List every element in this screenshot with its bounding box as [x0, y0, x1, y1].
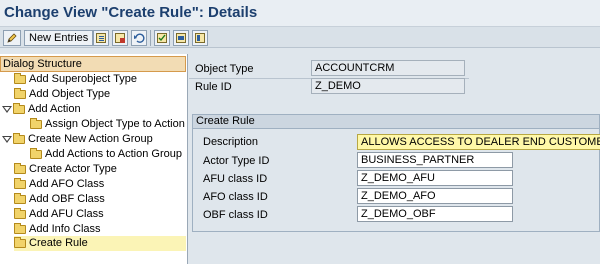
create-rule-group: Create Rule Description ALLOWS ACCESS TO… [192, 114, 600, 232]
deselect-icon[interactable] [173, 30, 189, 46]
tree-item-add-superobject-type[interactable]: Add Superobject Type [14, 72, 186, 87]
expand-toggle-icon[interactable] [2, 136, 12, 143]
tree-item-add-action[interactable]: Add Action [2, 102, 186, 117]
folder-icon [30, 148, 42, 159]
window-title: Change View "Create Rule": Details [4, 4, 258, 21]
folder-icon [13, 133, 25, 144]
folder-icon [14, 73, 26, 84]
tree-item-add-info-class[interactable]: Add Info Class [14, 222, 186, 237]
tree-item-add-actions-to-action-group[interactable]: Add Actions to Action Group [30, 147, 186, 162]
folder-icon [14, 193, 26, 204]
description-input[interactable]: ALLOWS ACCESS TO DEALER END CUSTOMER [357, 134, 600, 150]
title-bar: Change View "Create Rule": Details [0, 0, 600, 26]
folder-icon [14, 223, 26, 234]
rule-id-field[interactable]: Z_DEMO [311, 78, 465, 94]
undo-icon[interactable] [131, 30, 147, 46]
object-type-label: Object Type [195, 63, 254, 75]
dialog-structure-header: Dialog Structure [0, 56, 186, 72]
folder-icon [14, 163, 26, 174]
create-rule-group-title: Create Rule [193, 115, 599, 129]
block-icon[interactable] [192, 30, 208, 46]
tree-item-add-afo-class[interactable]: Add AFO Class [14, 177, 186, 192]
description-label: Description [203, 136, 259, 148]
afo-class-id-label: AFO class ID [203, 191, 268, 203]
dialog-structure-panel: Dialog Structure Add Superobject Type Ad… [0, 54, 188, 264]
folder-icon [14, 208, 26, 219]
object-type-field[interactable]: ACCOUNTCRM [311, 60, 465, 76]
tree-item-create-rule[interactable]: Create Rule [14, 236, 186, 251]
copy-icon[interactable] [93, 30, 109, 46]
detail-area: Object Type ACCOUNTCRM Rule ID Z_DEMO Cr… [189, 54, 600, 264]
obf-class-id-label: OBF class ID [203, 209, 268, 221]
folder-icon [13, 103, 25, 114]
delete-icon[interactable] [112, 30, 128, 46]
expand-toggle-icon[interactable] [2, 106, 12, 113]
edit-icon[interactable] [3, 30, 21, 46]
afo-class-id-input[interactable]: Z_DEMO_AFO [357, 188, 513, 204]
select-all-icon[interactable] [154, 30, 170, 46]
application-toolbar: New Entries [0, 26, 600, 48]
folder-icon [30, 118, 42, 129]
toolbar-separator [150, 30, 151, 46]
new-entries-button[interactable]: New Entries [24, 30, 94, 46]
tree-item-assign-object-type-to-action[interactable]: Assign Object Type to Action [30, 117, 186, 132]
afu-class-id-label: AFU class ID [203, 173, 268, 185]
tree-item-create-actor-type[interactable]: Create Actor Type [14, 162, 186, 177]
tree-item-create-new-action-group[interactable]: Create New Action Group [2, 132, 186, 147]
tree-item-add-obf-class[interactable]: Add OBF Class [14, 192, 186, 207]
tree-item-add-afu-class[interactable]: Add AFU Class [14, 207, 186, 222]
rule-id-label: Rule ID [195, 81, 232, 93]
open-folder-icon [14, 237, 26, 248]
folder-icon [14, 88, 26, 99]
tree-item-add-object-type[interactable]: Add Object Type [14, 87, 186, 102]
folder-icon [14, 178, 26, 189]
actor-type-id-input[interactable]: BUSINESS_PARTNER [357, 152, 513, 168]
actor-type-id-label: Actor Type ID [203, 155, 270, 167]
obf-class-id-input[interactable]: Z_DEMO_OBF [357, 206, 513, 222]
afu-class-id-input[interactable]: Z_DEMO_AFU [357, 170, 513, 186]
